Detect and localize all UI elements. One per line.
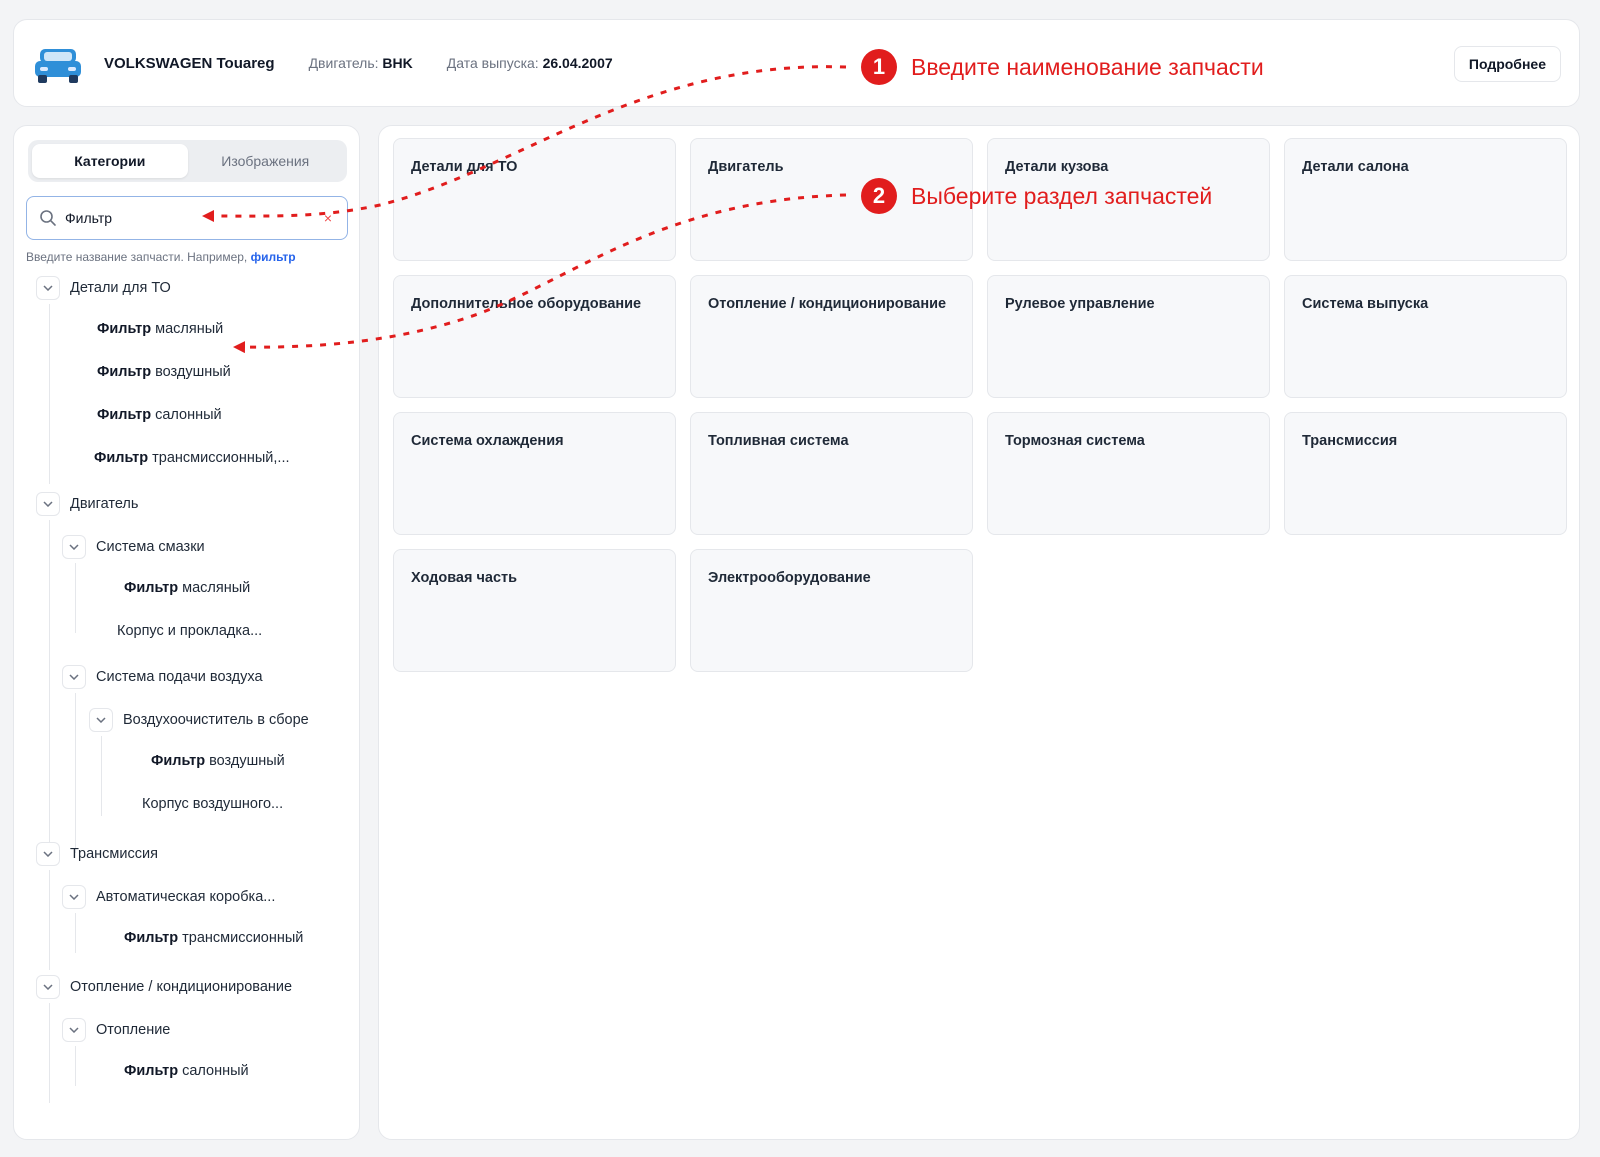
chevron-down-icon[interactable]: [62, 885, 86, 909]
chevron-down-icon[interactable]: [62, 665, 86, 689]
category-card[interactable]: Тормозная система: [987, 412, 1270, 535]
category-card[interactable]: Дополнительное оборудование: [393, 275, 676, 398]
tree-group-item[interactable]: Воздухоочиститель в сборе: [89, 708, 309, 732]
car-title: VOLKSWAGEN Touareg: [104, 54, 275, 72]
tree-group-item[interactable]: Автоматическая коробка...: [62, 885, 275, 909]
tree-item-label: Отопление / кондиционирование: [70, 979, 293, 995]
chevron-down-icon[interactable]: [89, 708, 113, 732]
tab-categories[interactable]: Категории: [32, 144, 188, 178]
search-hint: Введите название запчасти. Например, фил…: [26, 250, 296, 264]
tree-guide-line: [75, 913, 76, 953]
hint-link[interactable]: фильтр: [251, 250, 296, 264]
tree-item-label: Система подачи воздуха: [96, 669, 263, 685]
category-card[interactable]: Отопление / кондиционирование: [690, 275, 973, 398]
tree-guide-line: [75, 1046, 76, 1086]
tree-leaf-item[interactable]: Фильтр трансмиссионный: [124, 930, 303, 946]
tree-item-label: масляный: [182, 580, 251, 596]
view-tabs: Категории Изображения: [28, 140, 347, 182]
category-card[interactable]: Топливная система: [690, 412, 973, 535]
tree-item-label: Корпус воздушного...: [142, 796, 284, 812]
tree-group-item[interactable]: Система подачи воздуха: [62, 665, 263, 689]
chevron-down-icon[interactable]: [36, 276, 60, 300]
tree-leaf-item[interactable]: Фильтр салонный: [97, 407, 222, 423]
category-card[interactable]: Система выпуска: [1284, 275, 1567, 398]
annotation-1-text: Введите наименование запчасти: [911, 53, 1264, 80]
category-card[interactable]: Система охлаждения: [393, 412, 676, 535]
annotation-2: 2 Выберите раздел запчастей: [861, 178, 1212, 214]
chevron-down-icon[interactable]: [36, 842, 60, 866]
tree-group-item[interactable]: Отопление / кондиционирование: [36, 975, 292, 999]
match-highlight: Фильтр: [97, 407, 152, 423]
category-card[interactable]: Трансмиссия: [1284, 412, 1567, 535]
tree-item-label: Воздухоочиститель в сборе: [123, 712, 309, 728]
match-highlight: Фильтр: [124, 930, 179, 946]
tree-leaf-item[interactable]: Фильтр воздушный: [151, 753, 285, 769]
tree-guide-line: [49, 870, 50, 970]
match-highlight: Фильтр: [124, 1063, 179, 1079]
tree-group-item[interactable]: Корпус воздушного...: [142, 796, 283, 812]
tree-item-label: Двигатель: [70, 496, 139, 512]
match-highlight: Фильтр: [151, 753, 206, 769]
tree-guide-line: [75, 693, 76, 853]
annotation-1: 1 Введите наименование запчасти: [861, 49, 1264, 85]
vehicle-header: VOLKSWAGEN Touareg Двигатель: BHK Дата в…: [13, 19, 1580, 107]
tree-leaf-item[interactable]: Фильтр масляный: [124, 580, 250, 596]
search-icon: [40, 210, 56, 226]
tree-item-label: Корпус и прокладка...: [117, 623, 263, 639]
more-button[interactable]: Подробнее: [1453, 46, 1561, 82]
category-card[interactable]: Электрооборудование: [690, 549, 973, 672]
engine-info: Двигатель: BHK: [308, 55, 413, 71]
tree-item-label: Трансмиссия: [70, 846, 158, 862]
category-card[interactable]: Рулевое управление: [987, 275, 1270, 398]
tree-guide-line: [75, 563, 76, 633]
categories-panel: Детали для ТО Двигатель Детали кузова Детал…: [378, 125, 1580, 1140]
release-date-info: Дата выпуска: 26.04.2007: [446, 55, 613, 71]
tree-group-item[interactable]: Система смазки: [62, 535, 205, 559]
tree-group-item[interactable]: Трансмиссия: [36, 842, 158, 866]
tree-item-label: воздушный: [209, 753, 285, 769]
chevron-down-icon[interactable]: [62, 535, 86, 559]
tree-item-label: трансмиссионный: [182, 930, 304, 946]
tree-item-label: Детали для ТО: [70, 280, 171, 296]
tree-group-item[interactable]: Двигатель: [36, 492, 138, 516]
tree-group-item[interactable]: Детали для ТО: [36, 276, 171, 300]
tree-guide-line: [49, 520, 50, 842]
tree-leaf-item[interactable]: Фильтр салонный: [124, 1063, 249, 1079]
sidebar: Категории Изображения × Введите название…: [13, 125, 360, 1140]
annotation-2-text: Выберите раздел запчастей: [911, 182, 1213, 209]
search-box[interactable]: ×: [26, 196, 348, 240]
tree-leaf-item[interactable]: Фильтр трансмиссионный,...: [94, 450, 290, 466]
tree-group-item[interactable]: Отопление: [62, 1018, 170, 1042]
tree-group-item[interactable]: Корпус и прокладка...: [117, 623, 262, 639]
tree-item-label: салонный: [182, 1063, 249, 1079]
tab-images[interactable]: Изображения: [188, 144, 344, 178]
tree-item-label: Система смазки: [96, 539, 205, 555]
match-highlight: Фильтр: [97, 321, 152, 337]
tree-item-label: салонный: [155, 407, 222, 423]
chevron-down-icon[interactable]: [36, 492, 60, 516]
tree-item-label: воздушный: [155, 364, 231, 380]
match-highlight: Фильтр: [97, 364, 152, 380]
tree-guide-line: [49, 304, 50, 484]
tree-item-label: Автоматическая коробка...: [96, 889, 276, 905]
chevron-down-icon[interactable]: [36, 975, 60, 999]
clear-icon[interactable]: ×: [321, 210, 335, 226]
match-highlight: Фильтр: [124, 580, 179, 596]
tree-leaf-item[interactable]: Фильтр масляный: [97, 321, 223, 337]
category-card[interactable]: Ходовая часть: [393, 549, 676, 672]
tree-item-label: масляный: [155, 321, 224, 337]
match-highlight: Фильтр: [94, 450, 149, 466]
annotation-1-number: 1: [861, 49, 897, 85]
category-card[interactable]: Детали салона: [1284, 138, 1567, 261]
tree-leaf-item[interactable]: Фильтр воздушный: [97, 364, 231, 380]
category-card[interactable]: Детали для ТО: [393, 138, 676, 261]
car-icon: [32, 41, 84, 85]
annotation-2-number: 2: [861, 178, 897, 214]
tree-item-label: трансмиссионный,...: [152, 450, 290, 466]
tree-item-label: Отопление: [96, 1022, 171, 1038]
tree-guide-line: [49, 1003, 50, 1103]
search-input[interactable]: [65, 210, 321, 226]
tree-guide-line: [101, 736, 102, 816]
chevron-down-icon[interactable]: [62, 1018, 86, 1042]
